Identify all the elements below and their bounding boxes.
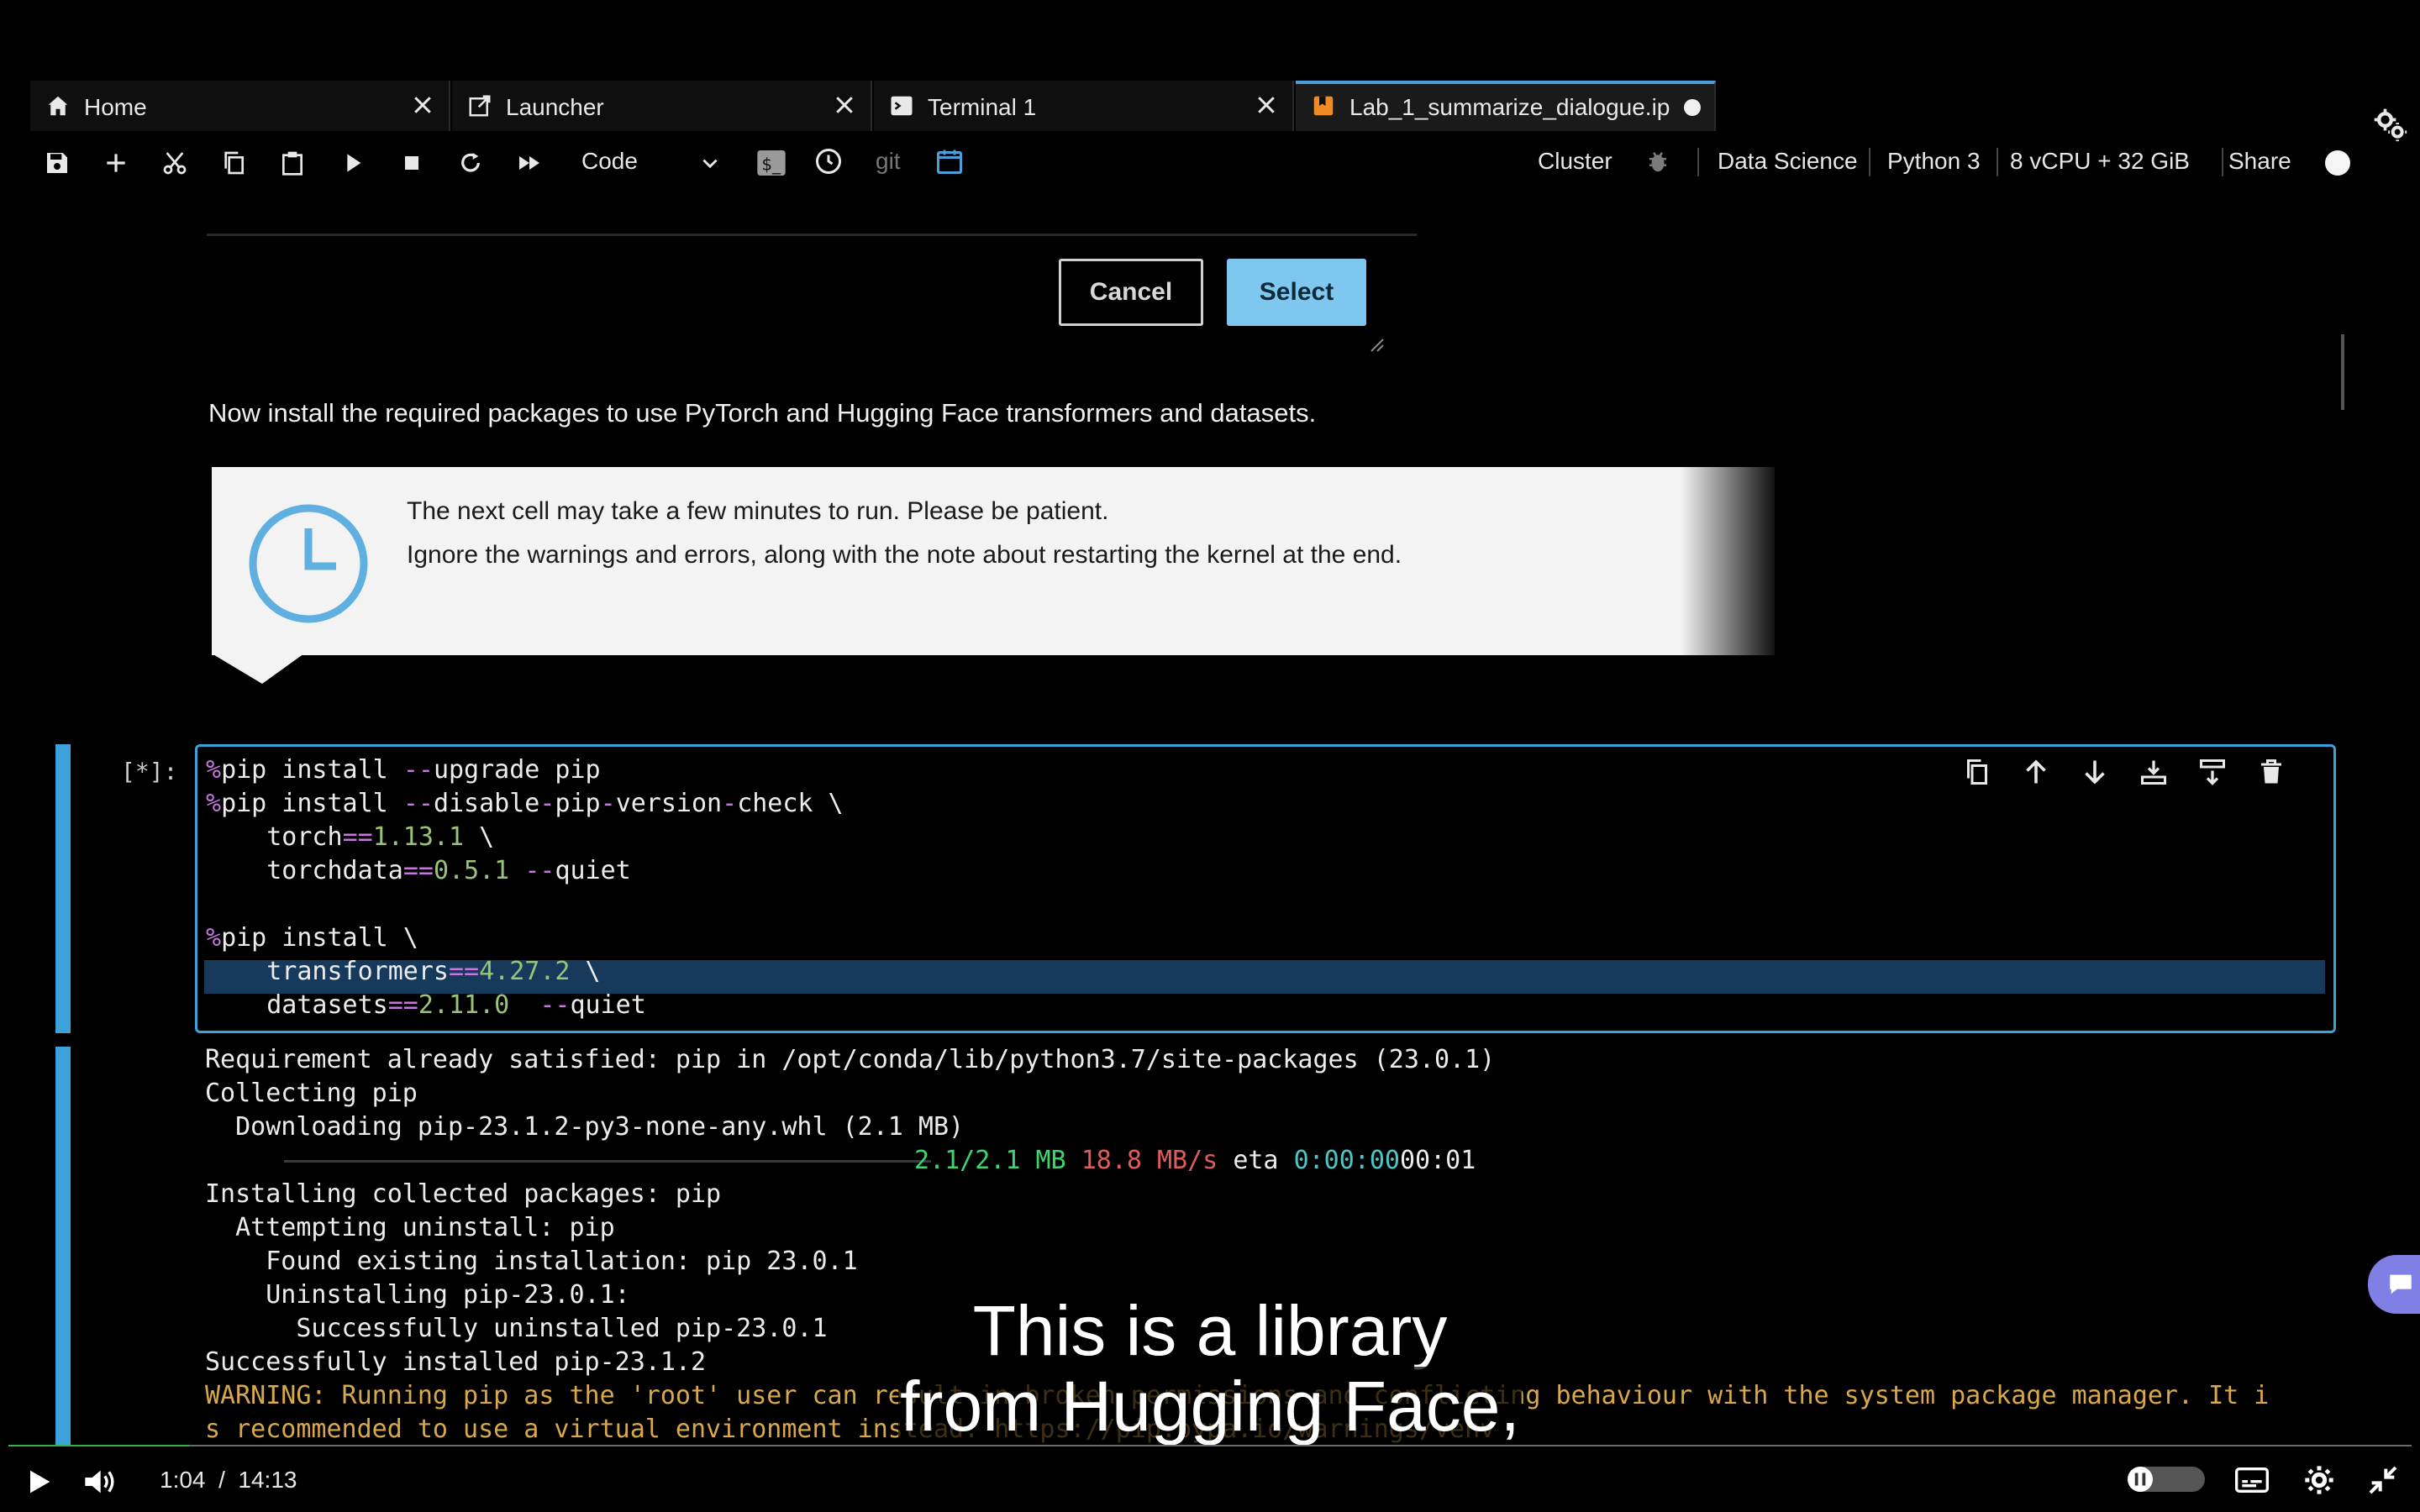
close-icon[interactable] <box>832 92 857 118</box>
active-cell-indicator <box>55 744 71 1033</box>
exit-fullscreen-icon[interactable] <box>2366 1463 2400 1497</box>
tab-bar: Home Launcher Terminal 1 Lab_1_summarize… <box>30 81 1718 131</box>
callout-line-2: Ignore the warnings and errors, along wi… <box>407 541 1402 569</box>
notebook-panel: Cancel Select Now install the required p… <box>30 193 2349 1446</box>
settings-icon[interactable] <box>2302 1463 2336 1497</box>
tab-launcher[interactable]: Launcher <box>452 81 872 131</box>
code-line-8: datasets==2.11.0 --quiet <box>206 990 646 1020</box>
tab-label: Home <box>84 94 147 120</box>
code-line-2: %pip install --disable-pip-version-check… <box>206 789 844 818</box>
output-line: Requirement already satisfied: pip in /o… <box>205 1045 1496 1074</box>
settings-gear-icon[interactable] <box>2371 106 2408 143</box>
restart-icon[interactable] <box>457 150 484 176</box>
output-line: Found existing installation: pip 23.0.1 <box>205 1247 858 1276</box>
time-display: 1:04 / 14:13 <box>160 1467 297 1493</box>
code-cell-editor[interactable]: %pip install --upgrade pip %pip install … <box>195 744 2336 1033</box>
copy-icon[interactable] <box>220 150 247 176</box>
clock-illustration-icon <box>245 501 371 627</box>
resize-handle-icon[interactable] <box>1366 334 1386 354</box>
download-progress-bar <box>284 1160 931 1163</box>
cell-type-select[interactable]: Code <box>581 148 638 175</box>
output-line: Attempting uninstall: pip <box>205 1213 615 1242</box>
terminal-launch-icon[interactable]: $_ <box>755 146 788 180</box>
volume-icon[interactable] <box>81 1465 118 1499</box>
select-button[interactable]: Select <box>1227 259 1366 326</box>
move-up-icon[interactable] <box>2021 757 2051 787</box>
pause-icon <box>2128 1467 2153 1492</box>
duplicate-cell-icon[interactable] <box>1962 757 1992 787</box>
markdown-install-text: Now install the required packages to use… <box>208 398 1317 428</box>
captions-icon[interactable] <box>2233 1463 2270 1497</box>
play-icon[interactable] <box>22 1465 55 1499</box>
tab-label: Terminal 1 <box>928 94 1037 120</box>
code-line-7: transformers==4.27.2 \ <box>206 957 601 986</box>
download-progress-text: 2.1/2.1 MB 18.8 MB/s eta 0:00:0000:01 <box>914 1146 1476 1175</box>
home-icon <box>45 93 71 118</box>
output-line: Installing collected packages: pip <box>205 1179 722 1209</box>
kernel-label[interactable]: Python 3 <box>1887 148 1981 175</box>
tab-label: Lab_1_summarize_dialogue.ip <box>1349 94 1670 120</box>
callout-line-1: The next cell may take a few minutes to … <box>407 497 1109 525</box>
delete-cell-icon[interactable] <box>2256 757 2286 787</box>
fast-forward-icon[interactable] <box>516 150 543 176</box>
subtitle-line-2: from Hugging Face, <box>898 1367 1522 1446</box>
run-icon[interactable] <box>339 150 366 176</box>
paste-icon[interactable] <box>279 150 306 176</box>
bug-icon[interactable] <box>1645 150 1670 175</box>
code-line-4: torchdata==0.5.1 --quiet <box>206 856 631 885</box>
scrollbar-thumb[interactable] <box>2341 334 2344 410</box>
cancel-button[interactable]: Cancel <box>1059 259 1203 326</box>
share-button[interactable]: Share <box>2228 148 2291 175</box>
terminal-icon <box>889 93 914 118</box>
output-line: Collecting pip <box>205 1079 418 1108</box>
svg-text:$_: $_ <box>761 154 781 174</box>
schedule-icon[interactable] <box>934 146 965 176</box>
cluster-label[interactable]: Cluster <box>1538 148 1612 175</box>
autoplay-toggle[interactable] <box>2128 1467 2205 1492</box>
move-down-icon[interactable] <box>2080 757 2110 787</box>
save-icon[interactable] <box>44 150 71 176</box>
notebook-toolbar: Code $_ git Cluster Data Science Python … <box>30 133 2350 193</box>
cell-prompt: [*]: <box>121 758 178 785</box>
add-cell-icon[interactable] <box>103 150 129 176</box>
tab-label: Launcher <box>506 94 604 120</box>
dialog-body-edge <box>207 193 1417 236</box>
unsaved-dot-icon[interactable] <box>1682 97 1702 118</box>
patience-callout: The next cell may take a few minutes to … <box>212 467 1775 655</box>
code-line-6: %pip install \ <box>206 923 418 953</box>
clock-icon[interactable] <box>813 146 844 176</box>
cut-icon[interactable] <box>161 150 188 176</box>
tab-home[interactable]: Home <box>30 81 450 131</box>
launcher-icon <box>467 93 492 118</box>
insert-below-icon[interactable] <box>2197 757 2228 787</box>
close-icon[interactable] <box>410 92 435 118</box>
video-controls: 1:04 / 14:13 <box>0 1446 2420 1512</box>
tab-notebook[interactable]: Lab_1_summarize_dialogue.ip <box>1296 81 1716 131</box>
subtitle-line-1: This is a library <box>971 1291 1449 1370</box>
chevron-down-icon[interactable] <box>699 153 721 175</box>
instance-label[interactable]: 8 vCPU + 32 GiB <box>2010 148 2190 175</box>
code-line-3: torch==1.13.1 \ <box>206 822 495 852</box>
tab-terminal[interactable]: Terminal 1 <box>874 81 1294 131</box>
callout-tail <box>212 654 430 687</box>
notebook-icon <box>1311 93 1336 118</box>
close-icon[interactable] <box>1254 92 1279 118</box>
insert-above-icon[interactable] <box>2139 757 2169 787</box>
code-line-1: %pip install --upgrade pip <box>206 755 601 785</box>
kernel-status-icon <box>2323 148 2353 178</box>
git-button[interactable]: git <box>876 148 901 175</box>
output-line: Downloading pip-23.1.2-py3-none-any.whl … <box>205 1112 965 1142</box>
image-label[interactable]: Data Science <box>1718 148 1858 175</box>
stop-icon[interactable] <box>398 150 425 176</box>
